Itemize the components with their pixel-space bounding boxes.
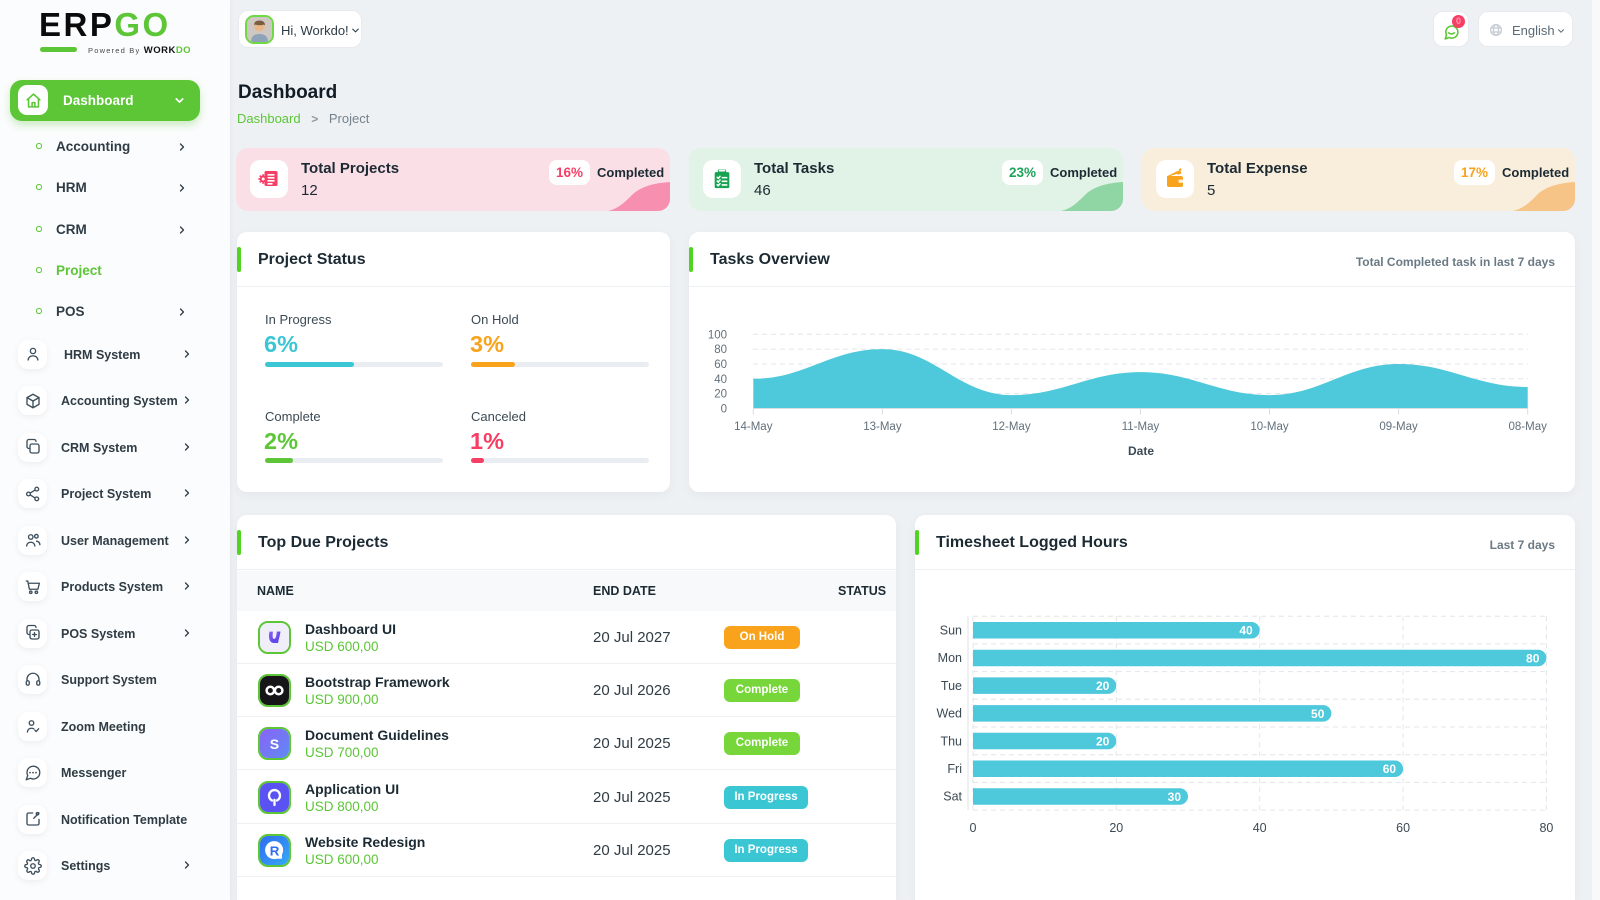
svg-text:Mon: Mon bbox=[938, 651, 962, 665]
svg-text:14-May: 14-May bbox=[734, 421, 773, 433]
svg-text:50: 50 bbox=[1311, 707, 1325, 721]
svg-text:Wed: Wed bbox=[937, 707, 963, 721]
svg-text:20: 20 bbox=[1109, 821, 1123, 835]
svg-text:60: 60 bbox=[1396, 821, 1410, 835]
svg-text:Sun: Sun bbox=[940, 624, 962, 638]
svg-text:0: 0 bbox=[970, 821, 977, 835]
svg-text:Sat: Sat bbox=[943, 790, 962, 804]
svg-text:10-May: 10-May bbox=[1250, 421, 1289, 433]
svg-text:0: 0 bbox=[721, 404, 727, 416]
svg-text:20: 20 bbox=[1096, 679, 1110, 693]
svg-text:R: R bbox=[270, 843, 280, 858]
svg-text:30: 30 bbox=[1168, 790, 1182, 804]
svg-text:80: 80 bbox=[1526, 651, 1540, 665]
svg-text:100: 100 bbox=[708, 329, 727, 341]
svg-text:Tue: Tue bbox=[941, 679, 962, 693]
svg-text:20: 20 bbox=[1096, 735, 1110, 749]
svg-text:12-May: 12-May bbox=[992, 421, 1031, 433]
svg-text:40: 40 bbox=[1253, 821, 1267, 835]
svg-text:40: 40 bbox=[714, 374, 727, 386]
svg-text:20: 20 bbox=[714, 389, 727, 401]
svg-text:S: S bbox=[270, 736, 279, 752]
svg-text:60: 60 bbox=[714, 359, 727, 371]
svg-text:60: 60 bbox=[1383, 762, 1397, 776]
svg-text:13-May: 13-May bbox=[863, 421, 902, 433]
svg-text:40: 40 bbox=[1239, 624, 1253, 638]
svg-text:Thu: Thu bbox=[940, 734, 962, 748]
svg-text:Fri: Fri bbox=[947, 762, 962, 776]
svg-text:09-May: 09-May bbox=[1379, 421, 1418, 433]
svg-text:08-May: 08-May bbox=[1509, 421, 1548, 433]
svg-text:Date: Date bbox=[1128, 444, 1154, 458]
svg-text:80: 80 bbox=[714, 344, 727, 356]
svg-text:80: 80 bbox=[1539, 821, 1553, 835]
svg-text:11-May: 11-May bbox=[1122, 421, 1160, 433]
